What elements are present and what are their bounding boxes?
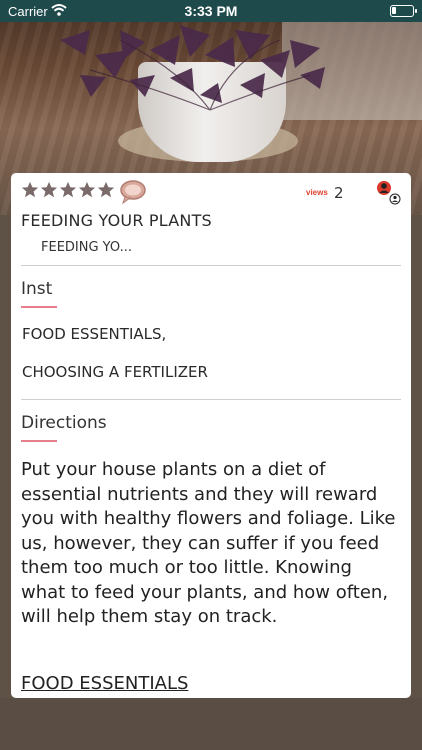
status-time: 3:33 PM: [184, 3, 238, 19]
inst-underline: [21, 306, 57, 308]
directions-text: Put your house plants on a diet of essen…: [21, 459, 396, 627]
star-icon[interactable]: [59, 181, 77, 199]
speech-bubble-icon[interactable]: [119, 180, 147, 204]
inst-item[interactable]: FOOD ESSENTIALS,: [22, 325, 166, 343]
star-rating[interactable]: [21, 181, 115, 199]
inst-item[interactable]: CHOOSING A FERTILIZER: [22, 363, 208, 381]
battery-level: [392, 7, 396, 14]
user-profile-icon[interactable]: [375, 179, 401, 205]
views-count: 2: [334, 184, 344, 202]
status-bar: Carrier 3:33 PM: [0, 0, 422, 22]
divider: [21, 265, 401, 266]
directions-underline: [21, 440, 57, 442]
star-icon[interactable]: [21, 181, 39, 199]
bottom-background: [0, 698, 422, 750]
page-title: FEEDING YOUR PLANTS: [21, 211, 212, 230]
star-icon[interactable]: [40, 181, 58, 199]
recipe-card: views 2 FEEDING YOUR PLANTS FEEDING YO..…: [11, 173, 411, 698]
divider: [21, 399, 401, 400]
star-icon[interactable]: [78, 181, 96, 199]
page-subtitle: FEEDING YO...: [41, 240, 133, 255]
battery-icon: [390, 5, 417, 17]
star-icon[interactable]: [97, 181, 115, 199]
inst-heading: Inst: [21, 279, 53, 299]
directions-heading: Directions: [21, 413, 107, 433]
views-label: views: [306, 188, 328, 197]
food-essentials-heading: FOOD ESSENTIALS: [21, 673, 189, 694]
